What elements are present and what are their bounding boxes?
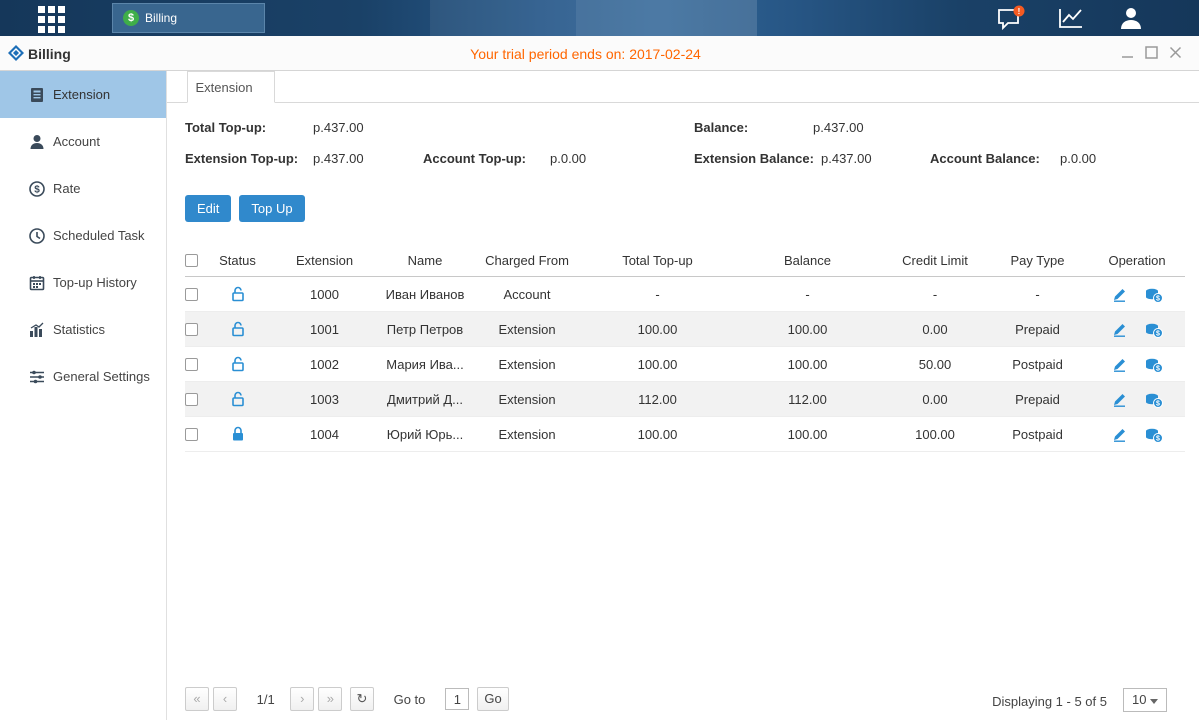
svg-text:!: !: [1018, 7, 1021, 16]
svg-text:$: $: [34, 184, 40, 195]
svg-text:$: $: [1156, 401, 1160, 408]
svg-text:$: $: [1156, 331, 1160, 338]
svg-text:$: $: [1156, 436, 1160, 443]
svg-text:$: $: [1156, 366, 1160, 373]
svg-text:$: $: [1156, 296, 1160, 303]
